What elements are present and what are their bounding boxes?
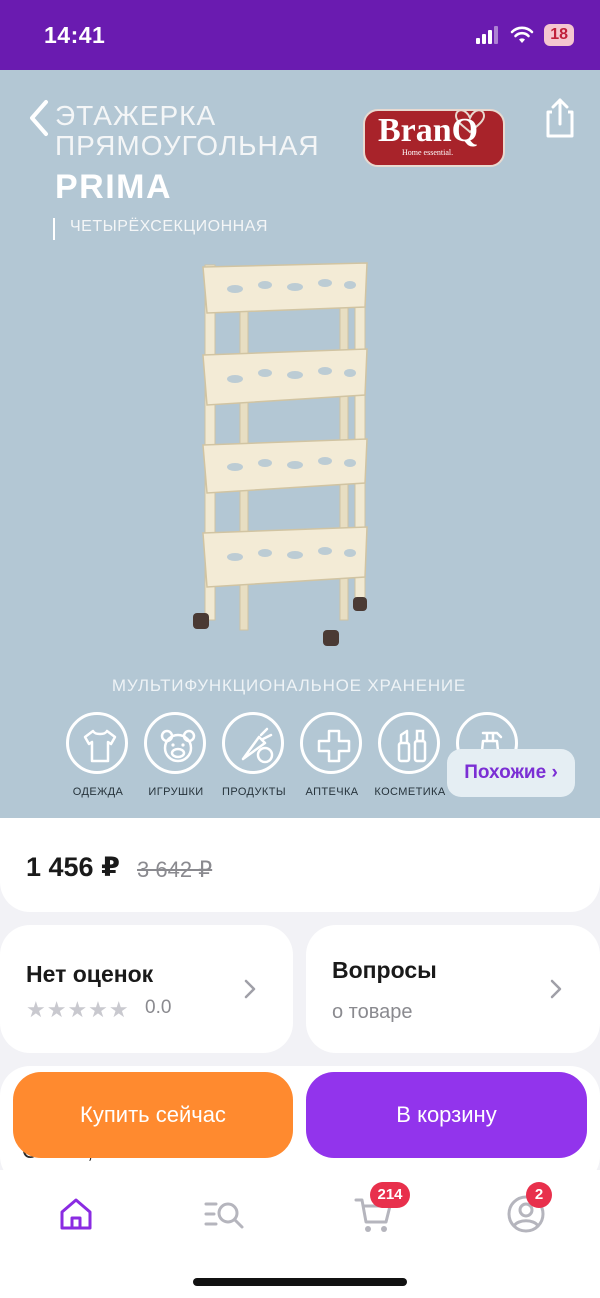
brand-name: BranQ: [378, 112, 479, 149]
promo-line-2: ПРЯМОУГОЛЬНАЯ: [55, 130, 320, 161]
questions-subtitle: о товаре: [332, 1001, 413, 1023]
cosmetics-icon: [397, 729, 427, 763]
status-icons: 18: [476, 24, 574, 46]
promo-line-4: ЧЕТЫРЁХСЕКЦИОННАЯ: [70, 218, 268, 235]
questions-title: Вопросы: [332, 957, 437, 983]
category-label: КОСМЕТИКА: [374, 786, 446, 798]
old-price: 3 642 ₽: [137, 857, 213, 882]
promo-line-1: ЭТАЖЕРКА: [55, 100, 217, 131]
profile-badge: 2: [526, 1182, 552, 1208]
nav-catalog[interactable]: [202, 1192, 246, 1236]
storage-caption: МУЛЬТИФУНКЦИОНАЛЬНОЕ ХРАНЕНИЕ: [111, 676, 467, 695]
vegetables-icon: [241, 727, 274, 764]
current-price: 1 456 ₽: [26, 852, 120, 882]
status-bar: 14:41 18: [0, 0, 600, 70]
medical-cross-icon: [317, 729, 351, 763]
tshirt-icon: [83, 729, 117, 763]
add-to-cart-button[interactable]: В корзину: [306, 1072, 587, 1158]
shelf-illustration: [193, 262, 368, 646]
product-image[interactable]: ЭТАЖЕРКА ПРЯМОУГОЛЬНАЯ PRIMA ЧЕТЫРЁХСЕКЦ…: [0, 70, 600, 826]
buy-now-button[interactable]: Купить сейчас: [13, 1072, 293, 1158]
catalog-search-icon: [204, 1202, 244, 1229]
battery-indicator: 18: [544, 24, 574, 46]
similar-products-button[interactable]: Похожие ›: [447, 749, 575, 797]
back-button[interactable]: [24, 98, 56, 138]
chevron-right-icon: [244, 979, 256, 999]
rating-value: 0.0: [145, 997, 172, 1018]
home-icon: [60, 1198, 92, 1230]
chevron-right-icon: [550, 979, 562, 999]
teddy-bear-icon: [160, 729, 196, 763]
chevron-left-icon: [30, 100, 48, 136]
wifi-icon: [510, 26, 534, 43]
nav-home[interactable]: [54, 1192, 98, 1236]
home-indicator[interactable]: [193, 1278, 407, 1286]
price-card: 1 456 ₽ 3 642 ₽: [0, 818, 600, 912]
nav-profile[interactable]: 2: [504, 1182, 552, 1236]
cart-badge: 214: [370, 1182, 410, 1208]
reviews-title: Нет оценок: [26, 961, 154, 987]
signal-icon: [476, 26, 499, 44]
rating-stars: ★★★★★: [26, 997, 130, 1022]
brand-tagline: Home essential.: [402, 148, 454, 157]
brand-logo: BranQ Home essential.: [362, 100, 510, 170]
status-time: 14:41: [44, 22, 106, 48]
questions-card[interactable]: Вопросы о товаре: [306, 925, 600, 1053]
promo-line-3: PRIMA: [55, 168, 173, 206]
nav-cart[interactable]: 214: [352, 1182, 410, 1236]
share-button[interactable]: [540, 96, 580, 140]
category-cosmetics: КОСМЕТИКА: [370, 710, 450, 800]
promo-divider: [53, 218, 55, 240]
reviews-card[interactable]: Нет оценок ★★★★★ 0.0: [0, 925, 293, 1053]
bottom-nav: 214 2: [0, 1170, 600, 1298]
share-icon: [546, 98, 574, 138]
